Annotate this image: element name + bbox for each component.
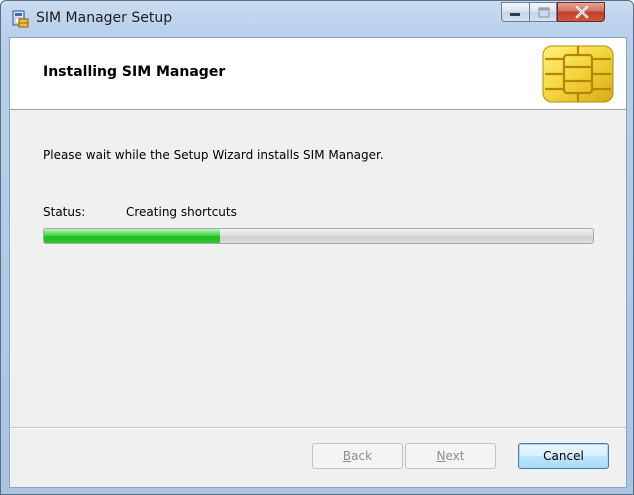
maximize-button[interactable]: [529, 2, 557, 22]
minimize-icon: [510, 13, 520, 16]
dialog-client-area: Installing SIM Manager Please wait while…: [9, 37, 627, 488]
install-progress-bar: [43, 228, 594, 244]
status-label: Status:: [43, 205, 86, 219]
minimize-button[interactable]: [501, 2, 529, 22]
wait-message: Please wait while the Setup Wizard insta…: [43, 148, 384, 162]
next-button[interactable]: Next: [405, 443, 496, 469]
back-button[interactable]: Back: [312, 443, 403, 469]
setup-window: SIM Manager Setup Installing SIM Manager: [0, 0, 634, 495]
button-separator: [10, 427, 626, 429]
window-title: SIM Manager Setup: [36, 10, 173, 26]
maximize-icon: [538, 7, 550, 18]
next-label-rest: ext: [445, 449, 465, 463]
close-button[interactable]: [557, 2, 605, 22]
close-icon: [575, 6, 589, 19]
header-banner: Installing SIM Manager: [10, 38, 626, 110]
sim-chip-icon: [542, 45, 614, 103]
next-mnemonic: N: [436, 449, 446, 463]
progress-fill: [44, 229, 220, 243]
back-mnemonic: B: [342, 449, 352, 463]
banner-title: Installing SIM Manager: [43, 64, 226, 80]
installer-icon: [12, 10, 29, 28]
status-value: Creating shortcuts: [126, 205, 237, 219]
back-label-rest: ack: [351, 449, 373, 463]
title-bar[interactable]: SIM Manager Setup: [1, 1, 633, 37]
cancel-button[interactable]: Cancel: [518, 443, 609, 469]
